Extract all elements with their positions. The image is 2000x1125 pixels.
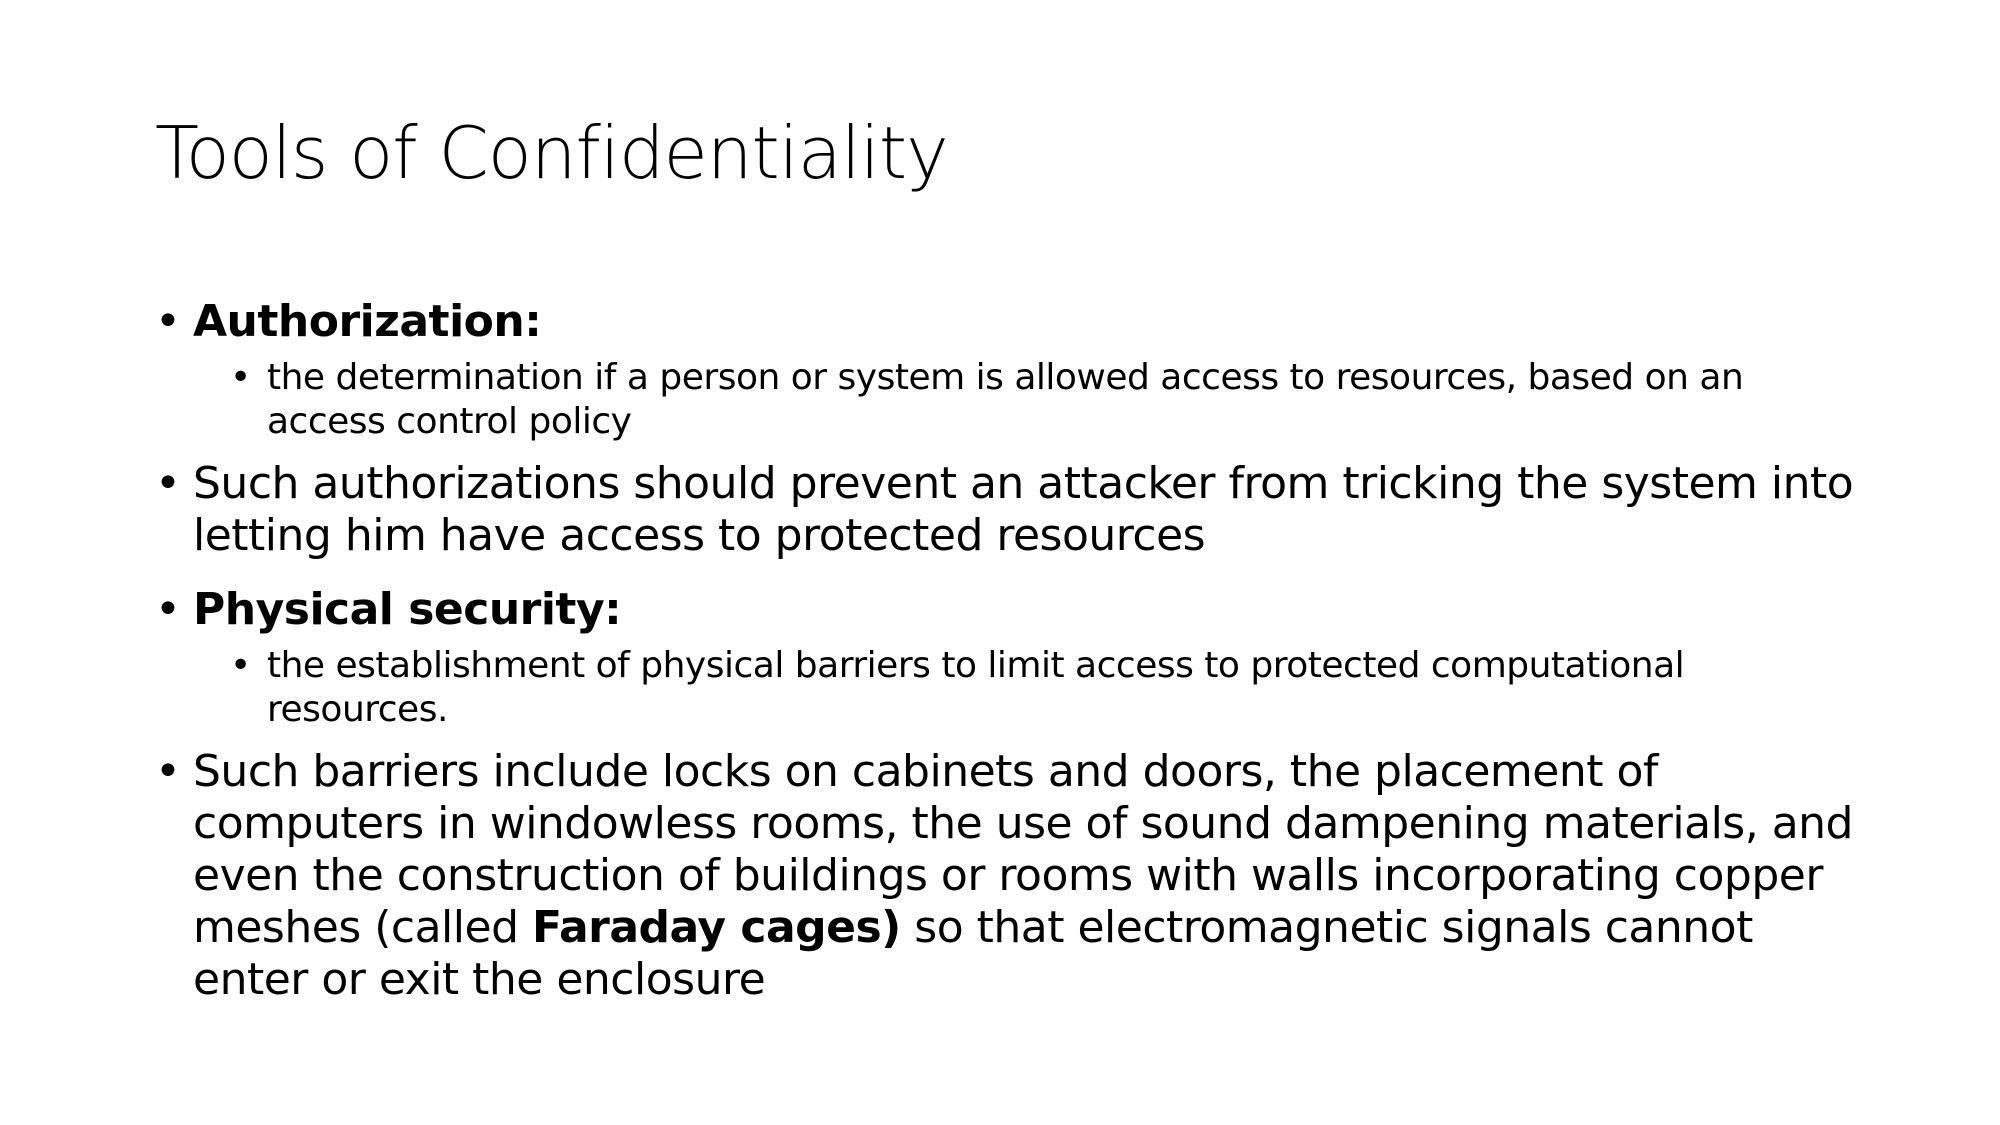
sub-bullet-physical-security-definition: • the establishment of physical barriers… bbox=[230, 644, 1855, 732]
sub-bullet-text: the establishment of physical barriers t… bbox=[267, 645, 1685, 730]
bullet-dot-icon: • bbox=[230, 357, 251, 398]
slide-title: Tools of Confidentiality bbox=[155, 111, 949, 195]
bullet-dot-icon: • bbox=[155, 296, 181, 347]
bullet-physical-security: • Physical security: bbox=[155, 584, 1855, 636]
bullet-list: • Authorization: • the determination if … bbox=[155, 296, 1855, 1006]
bullet-text: Such barriers include locks on cabinets … bbox=[193, 746, 1855, 1006]
sub-bullet-text: the determination if a person or system … bbox=[267, 357, 1744, 442]
bullet-heading-authorization: Authorization: bbox=[193, 296, 542, 347]
sub-bullet-authorization-definition: • the determination if a person or syste… bbox=[230, 356, 1855, 444]
bullet-dot-icon: • bbox=[155, 584, 181, 635]
bullet-heading-physical-security: Physical security: bbox=[193, 584, 622, 635]
bullet-authorizations-purpose: • Such authorizations should prevent an … bbox=[155, 458, 1855, 562]
faraday-cages-term: Faraday cages) bbox=[531, 902, 901, 953]
bullet-authorization: • Authorization: bbox=[155, 296, 1855, 348]
bullet-dot-icon: • bbox=[230, 645, 251, 686]
bullet-text: Such authorizations should prevent an at… bbox=[193, 458, 1854, 561]
bullet-dot-icon: • bbox=[155, 458, 181, 509]
bullet-dot-icon: • bbox=[155, 746, 181, 797]
bullet-barriers-examples: • Such barriers include locks on cabinet… bbox=[155, 746, 1855, 1006]
slide: Tools of Confidentiality • Authorization… bbox=[0, 0, 2000, 1125]
